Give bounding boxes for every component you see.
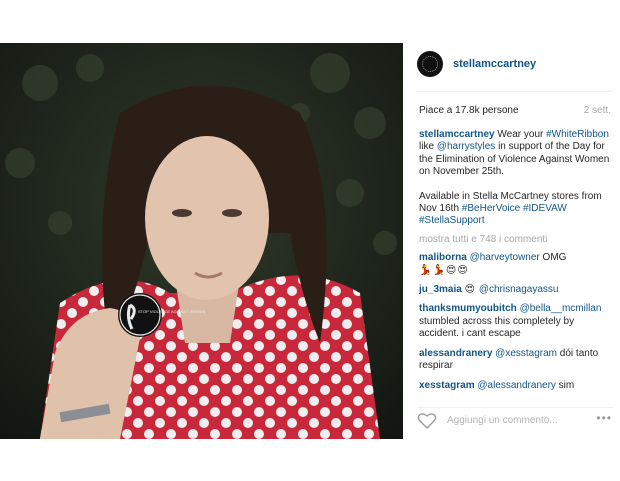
post-panel: stellamccartney Piace a 17.8k persone 2 … — [403, 43, 620, 439]
comment-mention[interactable]: @alessandranery — [477, 380, 556, 391]
comment-mention[interactable]: @bella__mcmillan — [520, 303, 602, 314]
list-item: alessandranery @xesstagram dói tanto res… — [419, 348, 615, 373]
post-photo[interactable]: STOP VIOLENCE AGAINST WOMEN — [0, 43, 403, 439]
divider — [417, 407, 613, 408]
divider — [417, 91, 613, 92]
comment-user[interactable]: maliborna — [419, 252, 467, 263]
list-item: ju_3maia 😍 @chrisnagayassu — [419, 284, 615, 296]
mention-harrystyles[interactable]: @harrystyles — [437, 141, 496, 152]
add-comment-input[interactable]: Aggiungi un commento... — [447, 415, 558, 426]
comment-user[interactable]: alessandranery — [419, 348, 492, 359]
avatar[interactable] — [417, 51, 443, 77]
comment-emoji: 💃💃😍😍 — [419, 264, 469, 276]
badge-text: STOP VIOLENCE AGAINST WOMEN — [138, 309, 205, 314]
comment-emoji: 😍 — [464, 284, 477, 296]
comment-user[interactable]: xesstagram — [419, 380, 475, 391]
profile-username[interactable]: stellamccartney — [453, 58, 536, 70]
caption-text: Wear your — [494, 129, 547, 140]
heart-icon[interactable] — [417, 412, 437, 430]
list-item: xesstagram @alessandranery sim — [419, 380, 615, 392]
hashtag-beher-voice[interactable]: #BeHerVoice — [462, 203, 520, 214]
list-item: maliborna @harveytowner OMG 💃💃😍😍 — [419, 252, 615, 277]
comment-mention[interactable]: @harveytowner — [470, 252, 540, 263]
caption-text: like — [419, 141, 437, 153]
hashtag-idevaw[interactable]: #IDEVAW — [523, 203, 567, 214]
caption-user[interactable]: stellamccartney — [419, 129, 495, 140]
post-time[interactable]: 2 sett. — [584, 105, 611, 116]
hashtag-stellasupport[interactable]: #StellaSupport — [419, 215, 485, 226]
caption-availability: Available in Stella McCartney stores fro… — [419, 191, 615, 228]
comment-text: OMG — [539, 252, 567, 264]
post-header: stellamccartney — [403, 43, 620, 88]
likes-count[interactable]: Piace a 17.8k persone — [419, 105, 519, 116]
list-item: thanksmumyoubitch @bella__mcmillan stumb… — [419, 303, 615, 340]
comment-user[interactable]: ju_3maia — [419, 284, 462, 295]
hashtag-whiteribbon[interactable]: #WhiteRibbon — [546, 129, 609, 140]
comment-text: sim — [555, 379, 575, 391]
more-options-icon[interactable]: ••• — [596, 411, 612, 425]
comments-section: stellamccartney Wear your #WhiteRibbon l… — [419, 129, 615, 399]
caption: stellamccartney Wear your #WhiteRibbon l… — [419, 129, 615, 179]
comment-mention[interactable]: @chrisnagayassu — [479, 284, 559, 295]
comment-mention[interactable]: @xesstagram — [495, 348, 557, 359]
comment-user[interactable]: thanksmumyoubitch — [419, 303, 517, 314]
show-all-comments[interactable]: mostra tutti e 748 i commenti — [419, 234, 615, 246]
comment-text: stumbled across this completely by accid… — [419, 315, 575, 340]
